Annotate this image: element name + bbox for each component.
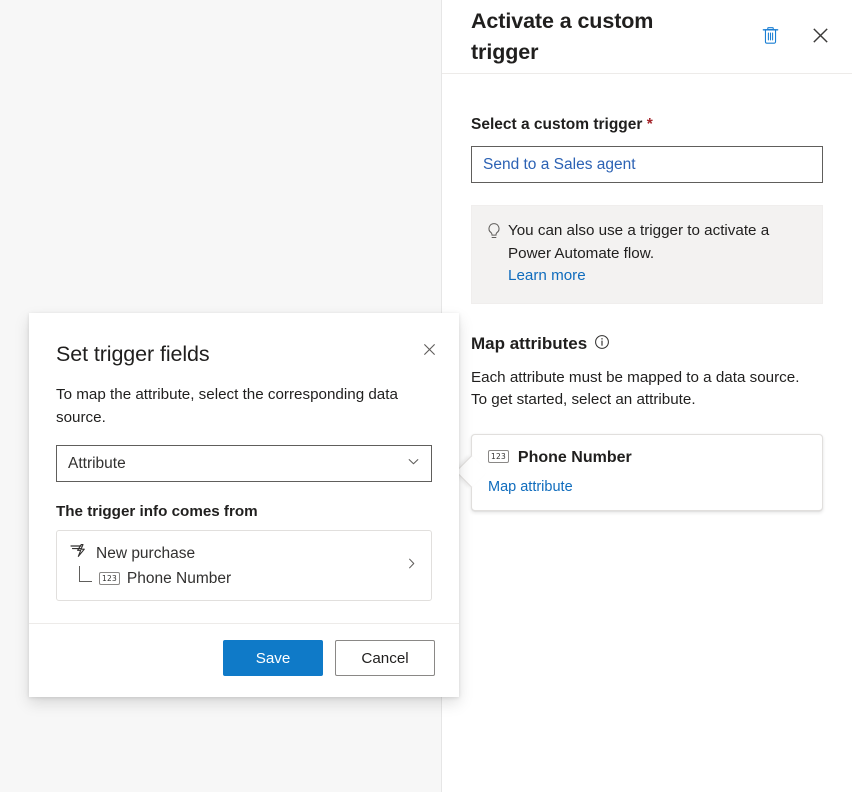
required-marker: * [647,116,653,133]
learn-more-link[interactable]: Learn more [508,267,586,284]
close-panel-button[interactable] [803,20,837,54]
map-attribute-link[interactable]: Map attribute [488,479,806,495]
trash-icon [760,25,781,49]
panel-body: Select a custom trigger * Send to a Sale… [442,115,852,511]
map-attributes-heading: Map attributes [471,334,823,355]
dialog-body: Set trigger fields To map the attribute,… [29,313,459,623]
source-label: The trigger info comes from [56,503,432,520]
attribute-select[interactable]: Attribute [56,445,432,482]
close-icon [809,24,832,50]
chevron-down-icon [406,454,421,474]
tree-branch-connector [79,566,92,582]
dialog-close-button[interactable] [413,335,445,367]
attribute-card-row: 123 Phone Number [488,449,806,467]
map-attributes-description: Each attribute must be mapped to a data … [471,367,801,412]
info-icon[interactable] [594,334,610,355]
save-button[interactable]: Save [223,640,323,676]
trigger-source-tree[interactable]: New purchase 123 Phone Number [56,530,432,601]
dialog-title: Set trigger fields [56,340,432,368]
chevron-right-icon[interactable] [404,556,419,576]
tip-text: You can also use a trigger to activate a… [508,222,769,262]
tree-child-label: Phone Number [127,570,231,588]
number-123-icon: 123 [488,450,509,463]
close-icon [420,340,439,362]
tree-root-item: New purchase [69,542,419,565]
callout-beak [455,455,488,488]
tree-child-item: 123 Phone Number [69,570,419,588]
attribute-select-value: Attribute [68,455,126,473]
attribute-card-phone-number[interactable]: 123 Phone Number Map attribute [471,434,823,511]
set-trigger-fields-dialog: Set trigger fields To map the attribute,… [29,313,459,697]
flow-lightning-icon [69,542,87,565]
custom-trigger-select[interactable]: Send to a Sales agent [471,146,823,183]
tip-callout: You can also use a trigger to activate a… [471,205,823,304]
custom-trigger-value: Send to a Sales agent [483,156,636,174]
trigger-field-label: Select a custom trigger * [471,115,823,135]
map-attributes-heading-text: Map attributes [471,334,587,354]
dialog-description: To map the attribute, select the corresp… [56,384,418,429]
trigger-field-label-text: Select a custom trigger [471,116,642,133]
dialog-footer: Save Cancel [29,623,459,697]
header-actions [753,20,837,54]
page-title: Activate a custom trigger [471,6,711,68]
number-123-icon: 123 [99,572,120,585]
cancel-button[interactable]: Cancel [335,640,435,676]
tree-root-label: New purchase [96,545,195,563]
attribute-name: Phone Number [518,449,632,467]
activate-trigger-panel: Activate a custom trigger [441,0,852,792]
tip-text-block: You can also use a trigger to activate a… [508,220,808,288]
panel-header: Activate a custom trigger [442,0,852,74]
delete-button[interactable] [753,20,787,54]
lightbulb-icon [486,220,508,288]
